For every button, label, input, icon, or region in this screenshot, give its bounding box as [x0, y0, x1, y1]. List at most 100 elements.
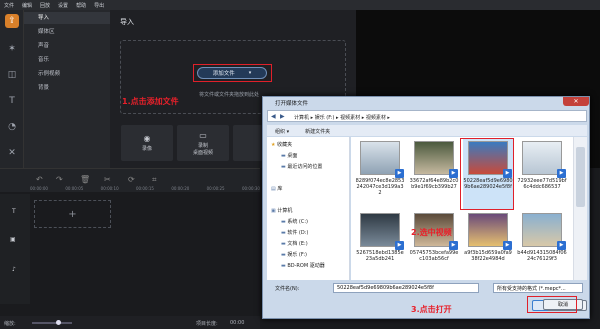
menu-item[interactable]: 设置 [58, 2, 68, 9]
menu-bar: 文件 编辑 回放 设置 帮助 导出 [0, 0, 600, 10]
menu-item[interactable]: 帮助 [76, 2, 86, 9]
tile-label: 录制 桌面视频 [192, 142, 213, 156]
tile-label: 录像 [141, 146, 152, 152]
breadcrumb[interactable]: 计算机 ▸ 娱乐 (F:) ▸ 视频素材 ▸ 视频素材 ▸ [294, 115, 390, 121]
breadcrumb-item[interactable]: 视频素材 [366, 115, 386, 121]
menu-item[interactable]: 导出 [94, 2, 104, 9]
tree-node[interactable]: ▬ BD-ROM 驱动器 [281, 262, 325, 271]
video-track-icon: ▣ [10, 236, 16, 243]
tree-node[interactable]: ▤ 库 [271, 185, 282, 194]
tools-icon[interactable]: ✕ [5, 146, 19, 160]
file-item[interactable]: ▶ 5267518ebd1385e23a5db241 [355, 211, 405, 281]
redo-icon[interactable]: ↷ [56, 175, 63, 184]
nav-item[interactable]: 媒体区 [24, 26, 110, 38]
tree-node[interactable]: ★ 收藏夹 [271, 141, 292, 150]
menu-item[interactable]: 文件 [4, 2, 14, 9]
video-file-icon: ▶ [449, 241, 458, 250]
highlight-box-step1 [193, 64, 272, 82]
track-headers: T ▣ ♪ [0, 194, 30, 304]
nav-item[interactable]: 导入 [24, 12, 110, 24]
tool-icon-bar: ⇪ ✶ ◫ T ◔ ✕ [0, 10, 24, 168]
tree-node[interactable]: ▬ 文档 (E:) [281, 240, 308, 249]
file-name: b44d914315084f0624c76129f3 [517, 250, 567, 262]
effects-icon[interactable]: ✶ [5, 42, 19, 56]
nav-item[interactable]: 音乐 [24, 54, 110, 66]
import-icon[interactable]: ⇪ [5, 14, 19, 28]
breadcrumb-item[interactable]: 计算机 [294, 115, 309, 121]
folder-tree: ★ 收藏夹 ▬ 桌面 ▬ 最近访问的位置 ▤ 库 ▣ 计算机 ▬ 系统 (C:) ▬ 软件 … [267, 137, 350, 280]
delete-icon[interactable]: 🗑 [80, 175, 90, 184]
menu-item[interactable]: 回放 [40, 2, 50, 9]
tree-node[interactable]: ▬ 最近访问的位置 [281, 163, 322, 172]
ruler-tick: 00:00:00 [30, 186, 48, 191]
record-tile[interactable]: ◉ 录像 [121, 125, 173, 161]
tree-node-label: 软件 (D:) [287, 230, 309, 236]
file-item[interactable]: ▶ 72932eee77d519bf6c4ddc686537 [517, 139, 567, 209]
highlight-box-step3 [527, 296, 577, 313]
duration-label: 项目长度: [196, 321, 218, 327]
video-file-icon: ▶ [395, 241, 404, 250]
transition-icon[interactable]: ◫ [5, 68, 19, 82]
file-item[interactable]: ▶ a9f3b15d659a0fa938f22e4984d [463, 211, 513, 281]
nav-item[interactable]: 背景 [24, 82, 110, 94]
dialog-close-button[interactable]: ✕ [563, 97, 589, 106]
file-item[interactable]: ▶ 05745753bcefa99ec103ab56cf [409, 211, 459, 281]
highlight-box-step2 [460, 138, 514, 210]
annotation-step2: 2.选中视频 [411, 228, 452, 237]
file-list-scrollbar[interactable] [573, 137, 587, 280]
video-thumbnail: ▶ [468, 213, 512, 250]
dialog-toolbar-item[interactable]: 组织 ▾ [275, 128, 289, 136]
filename-field[interactable]: 50228eaf5d9e69809b6ae289024e5f8f [333, 283, 479, 293]
file-item[interactable]: ▶ b44d914315084f0624c76129f3 [517, 211, 567, 281]
address-bar[interactable]: ◀ ▶ 计算机 ▸ 娱乐 (F:) ▸ 视频素材 ▸ 视频素材 ▸ [267, 110, 587, 122]
screen-record-tile[interactable]: ▭ 录制 桌面视频 [177, 125, 229, 161]
titles-icon[interactable]: T [5, 94, 19, 108]
page-title: 导入 [120, 18, 134, 26]
monitor-icon: ▭ [199, 130, 207, 140]
undo-icon[interactable]: ↶ [36, 175, 43, 184]
filter-icon[interactable]: ◔ [5, 120, 19, 134]
video-file-icon: ▶ [395, 169, 404, 178]
breadcrumb-item[interactable]: 视频素材 [340, 115, 360, 121]
zoom-slider[interactable] [32, 322, 72, 324]
timeline-ruler: 00:00:00 00:00:05 00:00:10 00:00:15 00:00:20… [30, 186, 260, 194]
cut-icon[interactable]: ✂ [104, 175, 111, 184]
file-item[interactable]: ▶ 33672af64e89b2c0b9e1f69cb399b27 [409, 139, 459, 209]
more-tile[interactable] [233, 125, 263, 161]
tree-node-label: 最近访问的位置 [287, 164, 323, 170]
menu-item[interactable]: 编辑 [22, 2, 32, 9]
file-name: 33672af64e89b2c0b9e1f69cb399b27 [409, 178, 459, 190]
nav-item[interactable]: 声音 [24, 40, 110, 52]
tree-node-label: 娱乐 (F:) [287, 252, 307, 258]
add-media-track[interactable]: + [34, 200, 111, 228]
rotate-icon[interactable]: ⟳ [128, 175, 135, 184]
ruler-tick: 00:00:20 [171, 186, 190, 191]
file-type-filter[interactable]: 所有受支持的格式 (*.mepc*... [493, 283, 583, 293]
video-file-icon: ▶ [449, 169, 458, 178]
video-thumbnail: ▶ [522, 213, 566, 250]
forward-icon[interactable]: ▶ [280, 113, 285, 120]
dialog-title: 打开媒体文件 [275, 101, 309, 107]
scrollbar-thumb[interactable] [576, 147, 585, 207]
ruler-tick: 00:00:05 [65, 186, 84, 191]
tree-node[interactable]: ▬ 娱乐 (F:) [281, 251, 307, 260]
nav-item[interactable]: 示例视频 [24, 68, 110, 80]
zoom-label: 缩放: [4, 321, 16, 327]
back-icon[interactable]: ◀ [271, 113, 276, 120]
file-name: 05745753bcefa99ec103ab56cf [409, 250, 459, 262]
tree-node[interactable]: ▣ 计算机 [271, 207, 292, 216]
ruler-tick: 00:00:25 [206, 186, 225, 191]
zoom-slider-handle[interactable] [56, 320, 61, 325]
tree-node-label: BD-ROM 驱动器 [287, 263, 325, 269]
crop-icon[interactable]: ⌗ [152, 175, 157, 185]
audio-track-icon: ♪ [12, 266, 16, 273]
tree-node[interactable]: ▬ 桌面 [281, 152, 297, 161]
video-thumbnail: ▶ [360, 213, 404, 250]
tree-node[interactable]: ▬ 软件 (D:) [281, 229, 308, 238]
video-file-icon: ▶ [503, 241, 512, 250]
tree-node[interactable]: ▬ 系统 (C:) [281, 218, 308, 227]
breadcrumb-item[interactable]: 娱乐 (F:) [315, 115, 335, 121]
file-item[interactable]: ▶ 8289f074ec8e2853242047ce3d199a32 [355, 139, 405, 209]
dialog-toolbar-item[interactable]: 新建文件夹 [305, 128, 330, 136]
video-file-icon: ▶ [557, 169, 566, 178]
